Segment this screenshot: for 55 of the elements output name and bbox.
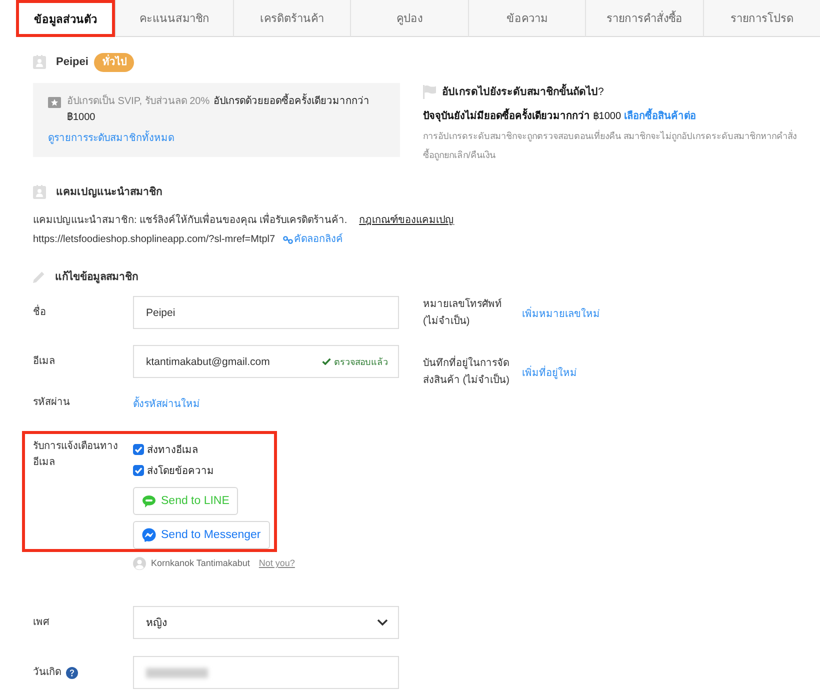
field-label: บันทึกที่อยู่ในการจัดส่งสินค้า (ไม่จำเป็น) — [423, 355, 517, 389]
field-label: ชื่อ — [33, 304, 47, 320]
copy-link[interactable]: คัดลอกลิงค์ — [283, 230, 344, 249]
all-tiers-link[interactable]: ดูรายการระดับสมาชิกทั้งหมด — [48, 131, 174, 147]
campaign-rules-link[interactable]: กฎเกณฑ์ของแคมเปญ — [359, 211, 454, 230]
date-field[interactable] — [133, 656, 399, 689]
text-field[interactable]: Peipei — [133, 296, 399, 329]
chevron-down-icon — [377, 619, 388, 626]
chat-bubble-icon — [142, 494, 156, 508]
star-icon — [48, 97, 61, 108]
verified-status: ตรวจสอบแล้ว — [322, 354, 388, 368]
select-field[interactable]: หญิง — [133, 606, 399, 639]
field-label: วันเกิด — [33, 666, 61, 680]
next-tier-title: อัปเกรดไปยังระดับสมาชิกขั้นถัดไป? — [442, 84, 604, 100]
text-field[interactable]: ktantimakabut@gmail.com ตรวจสอบแล้ว — [133, 345, 399, 378]
tab[interactable]: เครดิตร้านค้า — [232, 0, 350, 37]
pencil-icon — [33, 271, 45, 283]
link-icon — [283, 236, 294, 244]
referral-description: แคมเปญแนะนำสมาชิก: แชร์ลิงค์ให้กับเพื่อนของคุณ เพื่อรับเครดิตร้านค้า. — [33, 211, 348, 230]
section-title: แคมเปญแนะนำสมาชิก — [56, 185, 162, 200]
user-card-icon — [33, 55, 46, 69]
section-title: แก้ไขข้อมูลสมาชิก — [55, 269, 138, 285]
tier-status: ปัจจุบันยังไม่มียอดซื้อครั้งเดียวมากกว่า ฿1000 เลือกซื้อสินค้าต่อ — [423, 109, 800, 125]
checkbox[interactable] — [133, 465, 144, 476]
add-link[interactable]: เพิ่มที่อยู่ใหม่ — [522, 364, 577, 380]
user-card-icon — [33, 185, 46, 199]
referral-url: https://letsfoodieshop.shoplineapp.com/?sl-mref=Mtpl7 — [33, 233, 276, 247]
add-link[interactable]: เพิ่มหมายเลขใหม่ — [522, 306, 600, 320]
field-label: อีเมล — [33, 354, 56, 368]
member-name: Peipei — [56, 56, 88, 68]
upgrade-offer: อัปเกรดเป็น SVIP, รับส่วนลด 20% อัปเกรดด้วยยอดซื้อครั้งเดียวมากกว่า ฿1000 — [67, 94, 385, 126]
tab[interactable]: ข้อความ — [468, 0, 585, 37]
field-label: หมายเลขโทรศัพท์ (ไม่จำเป็น) — [423, 297, 503, 329]
tab[interactable]: รายการโปรด — [702, 0, 820, 37]
checkbox[interactable] — [133, 444, 144, 455]
send-button[interactable]: Send to Messenger — [133, 521, 270, 549]
account-name: Kornkanok Tantimakabut — [151, 558, 250, 568]
tab[interactable]: ข้อมูลส่วนตัว — [16, 0, 115, 37]
upgrade-note: การอัปเกรดระดับสมาชิกจะถูกตรวจสอบตอนเที่ยงคืน สมาชิกจะไม่ถูกอัปเกรดระดับสมาชิกหากคำสั่งซื้อถูกยกเลิก/คืนเงิน — [423, 128, 798, 162]
field-label: เพศ — [33, 616, 50, 630]
checkbox-label: ส่งโดยข้อความ — [147, 464, 214, 478]
tier-badge: ทั่วไป — [94, 52, 134, 72]
tab[interactable]: คะแนนสมาชิก — [115, 0, 232, 37]
avatar-icon — [133, 556, 146, 570]
chat-bubble-icon — [142, 528, 156, 542]
tab[interactable]: รายการคำสั่งซื้อ — [585, 0, 702, 37]
field-label: รหัสผ่าน — [33, 396, 71, 410]
help-icon[interactable] — [66, 666, 78, 678]
reset-password-link[interactable]: ตั้งรหัสผ่านใหม่ — [133, 396, 200, 410]
not-you-link[interactable]: Not you? — [258, 558, 295, 568]
field-label: รับการแจ้งเตือนทางอีเมล — [33, 440, 119, 470]
check-icon — [322, 358, 331, 365]
checkbox-label: ส่งทางอีเมล — [147, 444, 198, 457]
flag-icon — [423, 85, 436, 99]
tab[interactable]: คูปอง — [350, 0, 468, 37]
